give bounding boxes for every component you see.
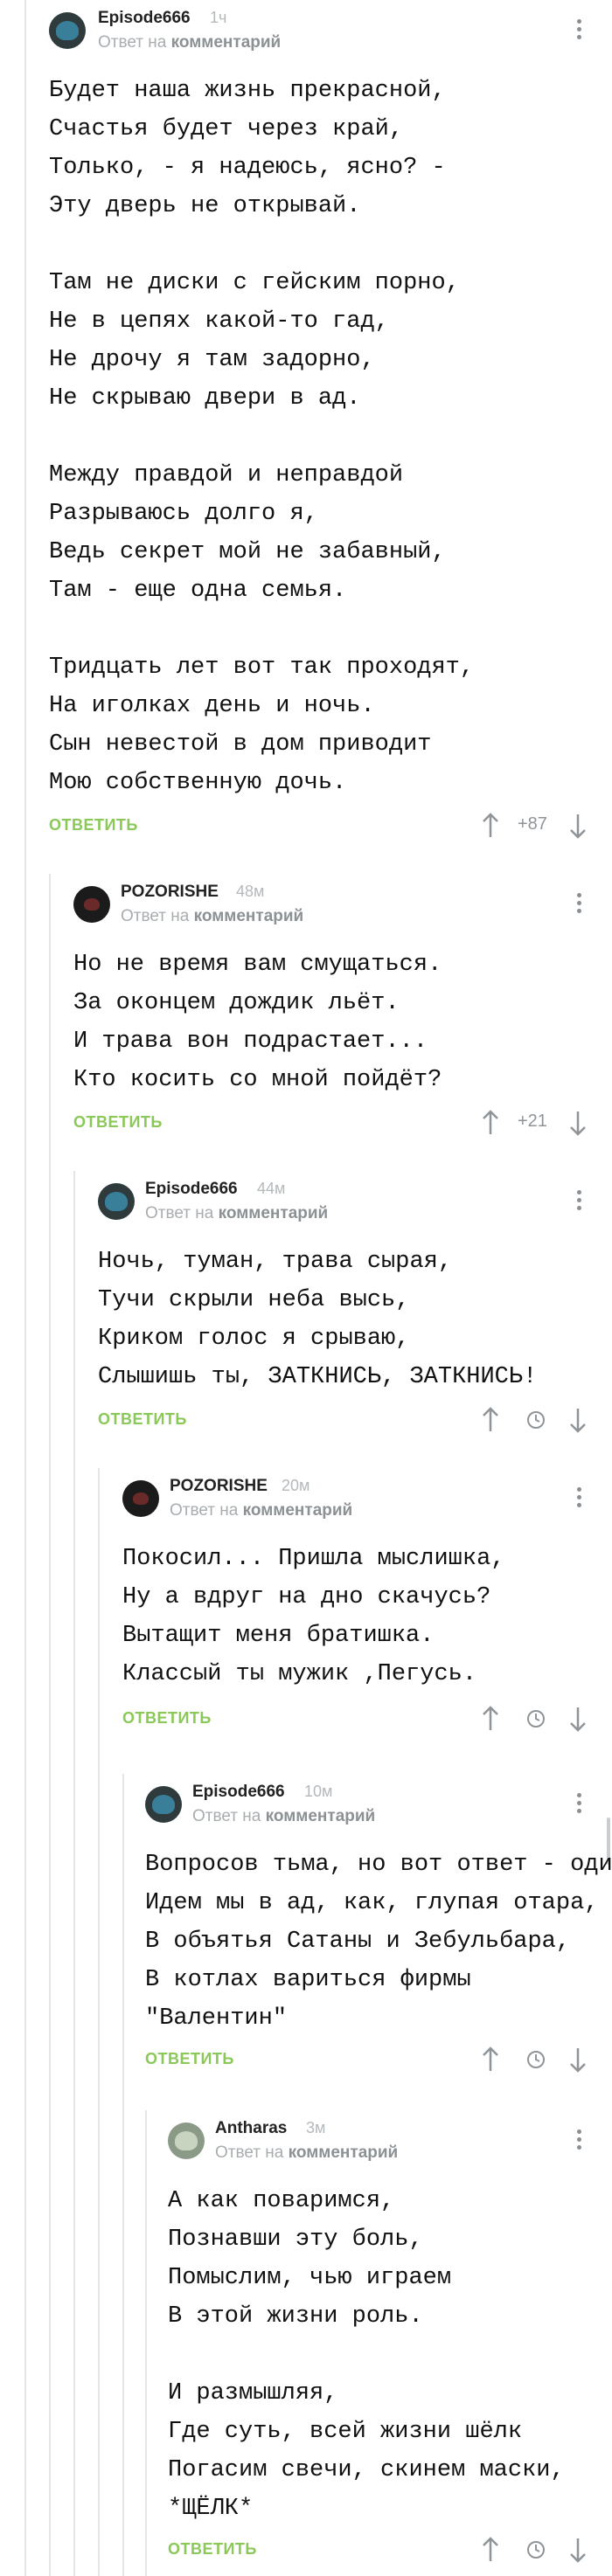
avatar[interactable]	[145, 1786, 182, 1823]
reply-button[interactable]: ОТВЕТИТЬ	[122, 1709, 212, 1728]
reply-to-prefix: Ответ на	[98, 33, 167, 52]
reply-button[interactable]: ОТВЕТИТЬ	[73, 1113, 163, 1132]
comment-text: Вопросов тьма, но вот ответ - один, Идем…	[145, 1852, 612, 2032]
arrow-down-icon[interactable]	[568, 1706, 588, 1732]
avatar[interactable]	[73, 886, 110, 923]
arrow-down-icon[interactable]	[568, 813, 588, 839]
reply-to-prefix: Ответ на	[170, 1501, 239, 1520]
arrow-up-icon[interactable]	[481, 813, 500, 839]
arrow-down-icon[interactable]	[568, 1110, 588, 1136]
comment-author[interactable]: POZORISHE	[121, 883, 219, 902]
avatar[interactable]	[168, 2122, 205, 2159]
reply-to-link[interactable]: Ответ на комментарий	[215, 2143, 398, 2163]
vote-score: +21	[518, 1111, 547, 1131]
clock-icon	[527, 2541, 545, 2559]
reply-to-target: комментарий	[288, 2143, 399, 2162]
comment-author[interactable]: Episode666	[98, 9, 191, 28]
clock-icon	[527, 1411, 545, 1429]
reply-to-link[interactable]: Ответ на комментарий	[170, 1501, 352, 1520]
comment-text: Но не время вам смущаться. За оконцем до…	[73, 952, 442, 1093]
reply-to-prefix: Ответ на	[145, 1204, 214, 1222]
avatar[interactable]	[98, 1183, 135, 1220]
arrow-up-icon[interactable]	[481, 2046, 500, 2073]
clock-icon	[527, 2051, 545, 2068]
comment-author[interactable]: Antharas	[215, 2119, 287, 2138]
reply-button[interactable]: ОТВЕТИТЬ	[145, 2050, 234, 2068]
arrow-up-icon[interactable]	[481, 1706, 500, 1732]
vote-score: +87	[518, 814, 547, 834]
kebab-menu-icon[interactable]	[577, 1487, 582, 1511]
comment-text: Покосил... Пришла мыслишка, Ну а вдруг н…	[122, 1546, 505, 1687]
comment-6: Antharas 3м Ответ на комментарий А как п…	[0, 2110, 612, 2576]
comment-author[interactable]: Episode666	[145, 1180, 238, 1199]
kebab-menu-icon[interactable]	[577, 1793, 582, 1817]
arrow-down-icon[interactable]	[568, 1407, 588, 1433]
avatar[interactable]	[122, 1480, 159, 1517]
arrow-down-icon[interactable]	[568, 2537, 588, 2563]
reply-button[interactable]: ОТВЕТИТЬ	[168, 2540, 257, 2559]
clock-icon	[527, 1710, 545, 1728]
kebab-menu-icon[interactable]	[577, 19, 582, 43]
comment-text: Будет наша жизнь прекрасной, Счастья буд…	[49, 78, 475, 796]
kebab-menu-icon[interactable]	[577, 893, 582, 917]
comment-author[interactable]: POZORISHE	[170, 1477, 268, 1496]
reply-to-prefix: Ответ на	[121, 907, 190, 925]
reply-to-target: комментарий	[218, 1204, 329, 1222]
comment-2: POZORISHE 48м Ответ на комментарий Но не…	[0, 874, 612, 1171]
comment-4: POZORISHE 20м Ответ на комментарий Покос…	[0, 1468, 612, 1774]
comment-1: Episode666 1ч Ответ на комментарий Будет…	[0, 0, 612, 874]
reply-to-prefix: Ответ на	[215, 2143, 284, 2162]
comment-text: Ночь, туман, трава сырая, Тучи скрыли не…	[98, 1249, 538, 1390]
reply-to-target: комментарий	[265, 1807, 376, 1825]
arrow-down-icon[interactable]	[568, 2046, 588, 2073]
reply-to-link[interactable]: Ответ на комментарий	[98, 33, 281, 52]
comment-time: 20м	[282, 1477, 310, 1494]
reply-to-link[interactable]: Ответ на комментарий	[121, 907, 303, 926]
kebab-menu-icon[interactable]	[577, 1190, 582, 1214]
arrow-up-icon[interactable]	[481, 2537, 500, 2563]
comment-text: А как поваримся, Познавши эту боль, Помы…	[168, 2188, 565, 2522]
reply-to-prefix: Ответ на	[192, 1807, 261, 1825]
comment-time: 3м	[306, 2119, 326, 2136]
comment-author[interactable]: Episode666	[192, 1783, 285, 1802]
comment-time: 44м	[257, 1180, 286, 1197]
arrow-up-icon[interactable]	[481, 1110, 500, 1136]
reply-button[interactable]: ОТВЕТИТЬ	[98, 1410, 187, 1429]
comment-5: Episode666 10м Ответ на комментарий Вопр…	[0, 1774, 612, 2110]
reply-to-target: комментарий	[242, 1501, 353, 1520]
comment-time: 10м	[304, 1783, 333, 1800]
reply-to-target: комментарий	[170, 33, 282, 52]
arrow-up-icon[interactable]	[481, 1407, 500, 1433]
avatar[interactable]	[49, 12, 86, 49]
comment-time: 48м	[236, 883, 265, 900]
comment-3: Episode666 44м Ответ на комментарий Ночь…	[0, 1171, 612, 1468]
kebab-menu-icon[interactable]	[577, 2129, 582, 2153]
reply-to-link[interactable]: Ответ на комментарий	[145, 1204, 328, 1223]
reply-button[interactable]: ОТВЕТИТЬ	[49, 816, 138, 834]
reply-to-target: комментарий	[193, 907, 304, 925]
comment-time: 1ч	[210, 9, 227, 26]
reply-to-link[interactable]: Ответ на комментарий	[192, 1807, 375, 1826]
